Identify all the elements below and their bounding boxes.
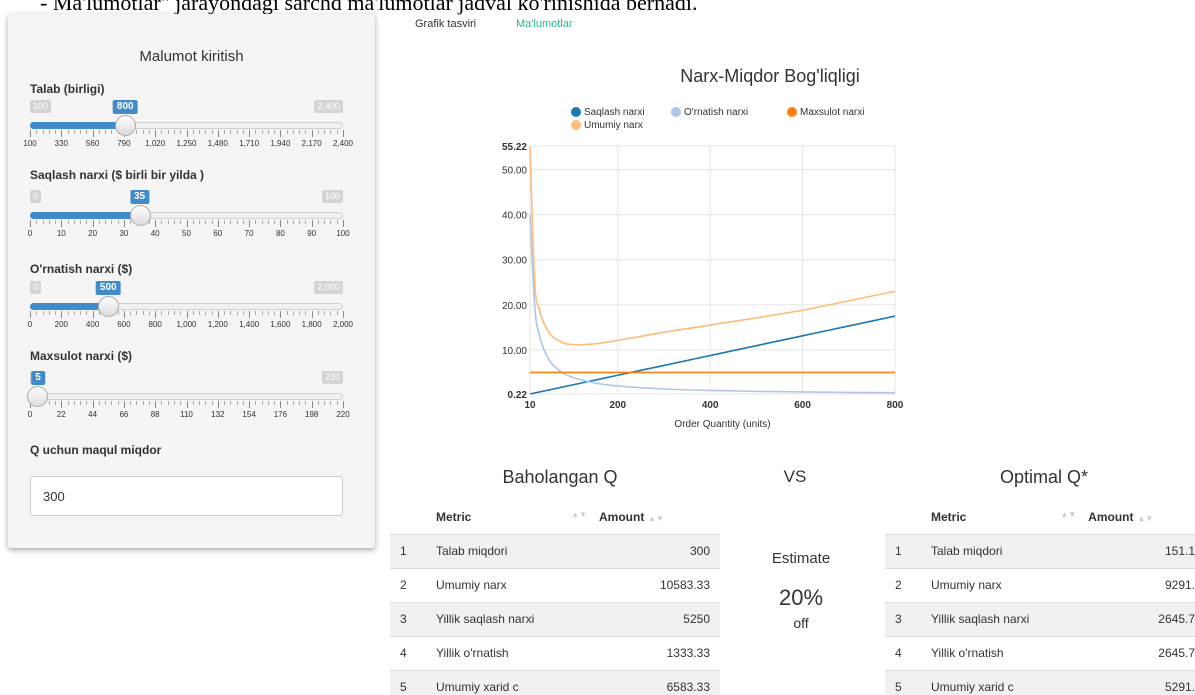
discount-box: Estimate 20% off	[736, 540, 866, 631]
row-metric: Umumiy narx	[923, 567, 1089, 602]
legend-marker	[671, 107, 681, 117]
sort-icon: ▲▼	[1060, 509, 1077, 519]
row-amount: 300	[599, 533, 720, 568]
col-amount[interactable]: Amount ▲▼	[1088, 500, 1195, 535]
row-metric: Talab miqdori	[428, 533, 600, 568]
col-metric-label: Metric	[931, 509, 967, 524]
discount-value: 20%	[778, 585, 824, 610]
row-index: 5	[885, 669, 923, 695]
cost-chart: 10 200 400 600 800 0.22 10.00 20.00 30.00 40.00 50…	[502, 107, 904, 430]
row-index: 2	[885, 567, 923, 602]
x-axis-label: Order Quantity (units)	[674, 419, 770, 430]
table-row: 2 Umumiy narx 9291.	[885, 567, 1195, 602]
row-amount: 6583.33	[599, 669, 720, 695]
discount-suffix: off	[793, 615, 809, 631]
sort-icon: ▲▼	[648, 513, 665, 523]
series-line-1	[529, 214, 896, 394]
table-row: 5 Umumiy xarid c 6583.33	[390, 669, 720, 695]
row-index: 2	[390, 567, 428, 602]
row-metric: Yillik saqlash narxi	[428, 601, 600, 636]
row-metric: Talab miqdori	[923, 533, 1089, 568]
optimal-table-title: Optimal Q*	[999, 467, 1089, 487]
col-metric-label: Metric	[436, 509, 472, 524]
row-metric: Umumiy xarid c	[923, 669, 1089, 695]
y-tick-label: 30.00	[502, 256, 527, 267]
table-row: 5 Umumiy xarid c 5291.	[885, 669, 1195, 695]
legend-label: Maxsulot narxi	[800, 107, 864, 118]
row-index: 1	[885, 533, 923, 568]
col-metric[interactable]: Metric ▲▼	[428, 500, 600, 535]
row-amount: 9291.	[1088, 567, 1195, 602]
table-header-row: Metric ▲▼ Amount ▲▼	[390, 500, 720, 535]
col-metric[interactable]: Metric ▲▼	[923, 500, 1089, 535]
y-tick-label: 0.22	[508, 390, 528, 401]
table-row: 3 Yillik saqlash narxi 2645.7	[885, 601, 1195, 636]
row-amount: 5291.	[1088, 669, 1195, 695]
row-index: 5	[390, 669, 428, 695]
y-tick-label: 40.00	[502, 211, 527, 222]
legend-label: O'rnatish narxi	[684, 107, 748, 118]
col-index	[885, 500, 923, 535]
col-index	[390, 500, 428, 535]
vs-label: VS	[783, 467, 807, 486]
x-tick-label: 800	[887, 400, 904, 411]
table-row: 4 Yillik o'rnatish 2645.7	[885, 635, 1195, 670]
row-index: 4	[885, 635, 923, 670]
legend-label: Umumiy narx	[584, 120, 643, 131]
legend-label: Saqlash narxi	[584, 107, 645, 118]
row-amount: 2645.7	[1088, 601, 1195, 636]
table-row: 2 Umumiy narx 10583.33	[390, 567, 720, 602]
col-amount-label: Amount	[599, 509, 645, 524]
x-tick-label: 600	[794, 400, 811, 411]
row-index: 3	[390, 601, 428, 636]
row-metric: Yillik o'rnatish	[428, 635, 600, 670]
table-row: 1 Talab miqdori 300	[390, 533, 720, 568]
series-line-3	[529, 146, 896, 346]
col-amount-label: Amount	[1088, 509, 1134, 524]
estimated-table-title: Baholangan Q	[502, 467, 618, 487]
row-amount: 2645.7	[1088, 635, 1195, 670]
x-tick-label: 200	[609, 400, 626, 411]
col-amount[interactable]: Amount ▲▼	[599, 500, 720, 535]
row-index: 1	[390, 533, 428, 568]
optimal-table: Metric ▲▼ Amount ▲▼ 1 Talab miqdori 151.1 2U…	[885, 500, 1195, 695]
estimated-table: Metric ▲▼ Amount ▲▼ 1 Talab miqdori 300 2 Umu…	[390, 500, 720, 695]
x-tick-label: 10	[524, 400, 536, 411]
y-tick-label: 50.00	[502, 166, 527, 177]
y-tick-label: 10.00	[502, 346, 527, 357]
sort-icon: ▲▼	[571, 509, 588, 519]
row-metric: Yillik saqlash narxi	[923, 601, 1089, 636]
row-metric: Yillik o'rnatish	[923, 635, 1089, 670]
row-amount: 1333.33	[599, 635, 720, 670]
table-row: 1 Talab miqdori 151.1	[885, 533, 1195, 568]
q-input-label: Q uchun maqul miqdor	[30, 443, 162, 457]
row-index: 4	[390, 635, 428, 670]
row-metric: Umumiy narx	[428, 567, 600, 602]
table-row: 4 Yillik o'rnatish 1333.33	[390, 635, 720, 670]
x-tick-label: 400	[702, 400, 719, 411]
legend-marker	[571, 107, 581, 117]
row-amount: 10583.33	[599, 567, 720, 602]
y-tick-label: 55.22	[502, 142, 527, 153]
table-row: 3 Yillik saqlash narxi 5250	[390, 601, 720, 636]
row-index: 3	[885, 601, 923, 636]
table-header-row: Metric ▲▼ Amount ▲▼	[885, 500, 1195, 535]
legend-marker	[787, 107, 797, 117]
discount-label: Estimate	[771, 550, 831, 567]
q-input[interactable]	[30, 476, 343, 516]
y-tick-label: 20.00	[502, 301, 527, 312]
series-line-0	[529, 315, 896, 395]
row-amount: 5250	[599, 601, 720, 636]
legend-marker	[571, 120, 581, 130]
row-metric: Umumiy xarid c	[428, 669, 600, 695]
sort-icon: ▲▼	[1137, 513, 1154, 523]
row-amount: 151.1	[1088, 533, 1195, 568]
